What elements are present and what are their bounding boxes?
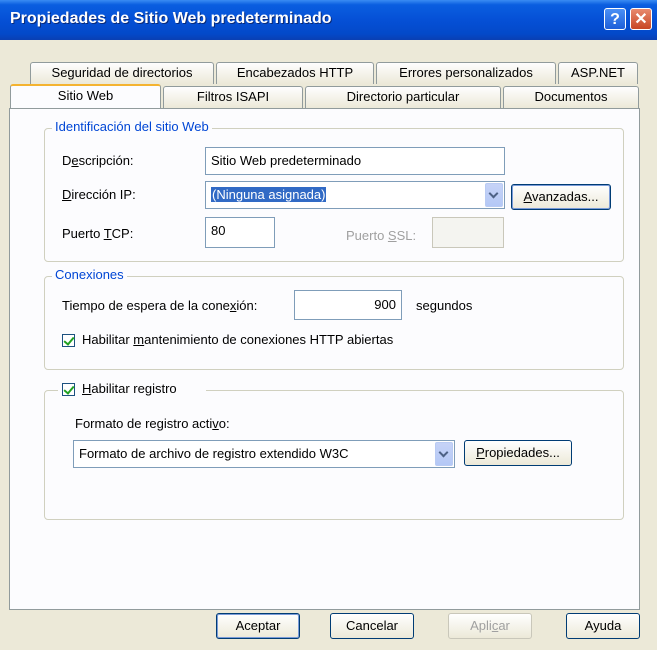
timeout-input[interactable]: 900: [294, 290, 402, 320]
log-format-value: Formato de archivo de registro extendido…: [79, 446, 349, 461]
tab-label: Seguridad de directorios: [51, 65, 193, 80]
ip-address-value: (Ninguna asignada): [209, 186, 328, 203]
help-button[interactable]: Ayuda: [566, 613, 640, 639]
keepalive-label[interactable]: Habilitar mantenimiento de conexiones HT…: [82, 332, 393, 347]
tab-label: Filtros ISAPI: [196, 89, 270, 104]
ok-button[interactable]: Aceptar: [216, 613, 300, 639]
tab-directorio-particular[interactable]: Directorio particular: [305, 86, 501, 108]
cancel-button[interactable]: Cancelar: [330, 613, 414, 639]
close-button[interactable]: ✕: [630, 8, 652, 30]
tab-label: Errores personalizados: [399, 65, 533, 80]
tab-errores-personalizados[interactable]: Errores personalizados: [376, 62, 556, 84]
window-title: Propiedades de Sitio Web predeterminado: [10, 10, 332, 27]
description-input[interactable]: Sitio Web predeterminado: [205, 147, 505, 175]
log-format-label: Formato de registro activo:: [75, 416, 230, 431]
close-icon: ✕: [634, 11, 648, 28]
tab-filtros-isapi[interactable]: Filtros ISAPI: [163, 86, 303, 108]
tcp-port-input[interactable]: 80: [205, 217, 275, 248]
tab-sitio-web[interactable]: Sitio Web: [10, 84, 161, 108]
ip-address-label: Dirección IP:: [62, 187, 136, 202]
timeout-unit: segundos: [416, 298, 473, 313]
ssl-port-label: Puerto SSL:: [346, 228, 417, 243]
description-label: Descripción:: [62, 153, 134, 168]
tab-label: Directorio particular: [346, 89, 460, 104]
title-bar[interactable]: Propiedades de Sitio Web predeterminado …: [0, 0, 657, 40]
tab-seguridad-directorios[interactable]: Seguridad de directorios: [30, 62, 214, 84]
enable-logging-checkbox[interactable]: [62, 383, 75, 396]
tab-aspnet[interactable]: ASP.NET: [558, 62, 638, 84]
question-icon: ?: [610, 11, 620, 28]
ip-address-select[interactable]: (Ninguna asignada): [205, 181, 505, 209]
chevron-down-icon[interactable]: [435, 442, 453, 466]
tab-label: Encabezados HTTP: [236, 65, 354, 80]
log-format-select[interactable]: Formato de archivo de registro extendido…: [73, 440, 455, 468]
chevron-down-icon[interactable]: [485, 183, 503, 207]
timeout-label: Tiempo de espera de la conexión:: [62, 298, 258, 313]
enable-logging-label[interactable]: Habilitar registro: [82, 381, 177, 396]
apply-button[interactable]: Aplicar: [448, 613, 532, 639]
tab-label: Sitio Web: [57, 88, 114, 103]
ssl-port-input[interactable]: [432, 217, 504, 248]
help-title-button[interactable]: ?: [604, 8, 626, 30]
identification-legend: Identificación del sitio Web: [52, 119, 212, 134]
properties-dialog: Propiedades de Sitio Web predeterminado …: [0, 0, 657, 650]
advanced-button[interactable]: Avanzadas...: [511, 184, 611, 210]
tab-documentos[interactable]: Documentos: [503, 86, 639, 108]
keepalive-checkbox[interactable]: [62, 334, 75, 347]
connections-legend: Conexiones: [52, 267, 127, 282]
tab-label: Documentos: [534, 89, 608, 104]
tab-encabezados-http[interactable]: Encabezados HTTP: [216, 62, 374, 84]
tcp-port-label: Puerto TCP:: [62, 226, 134, 241]
log-properties-button[interactable]: Propiedades...: [464, 440, 572, 466]
tab-label: ASP.NET: [571, 65, 625, 80]
